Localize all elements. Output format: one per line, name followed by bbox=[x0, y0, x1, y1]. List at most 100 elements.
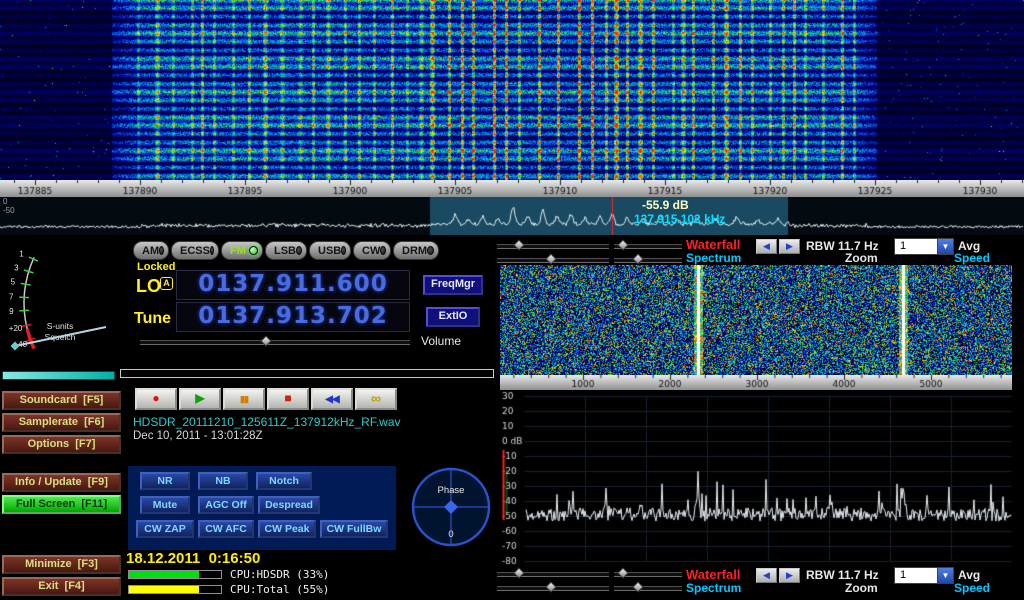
volume-slider-thumb[interactable] bbox=[260, 335, 271, 346]
sidebar-button-soundcard[interactable]: Soundcard [F5] bbox=[2, 391, 121, 410]
mode-label: DRM bbox=[402, 245, 427, 257]
slider-thumb[interactable] bbox=[632, 253, 643, 264]
sidebar-button-fullscreen[interactable]: Full Screen [F11] bbox=[2, 495, 121, 514]
phase-label: Phase bbox=[438, 485, 465, 496]
sidebar-button-minimize[interactable]: Minimize [F3] bbox=[2, 555, 121, 574]
sidebar-button-options[interactable]: Options [F7] bbox=[2, 435, 121, 454]
spectrum-label-top[interactable]: Spectrum bbox=[686, 251, 741, 265]
freqmgr-button[interactable]: FreqMgr bbox=[423, 275, 483, 295]
mode-button-am[interactable]: AM bbox=[133, 241, 169, 260]
overview-spectrum[interactable] bbox=[0, 197, 1024, 235]
dsp-button-agc[interactable]: AGC Off bbox=[198, 496, 254, 514]
slider-thumb[interactable] bbox=[617, 567, 628, 578]
chevron-down-icon[interactable]: ▼ bbox=[937, 239, 953, 254]
mode-led-icon bbox=[296, 246, 302, 255]
lock-a-badge[interactable]: A bbox=[160, 277, 173, 290]
stop-button[interactable]: ■ bbox=[267, 388, 309, 410]
slider-thumb[interactable] bbox=[632, 581, 643, 592]
slider-thumb[interactable] bbox=[513, 567, 524, 578]
spectrum-gain-slider-top[interactable] bbox=[497, 254, 609, 265]
mode-led-icon bbox=[427, 246, 434, 255]
shift-left-button-top[interactable]: ◀ bbox=[756, 239, 777, 254]
mode-button-ecss[interactable]: ECSS bbox=[171, 241, 219, 260]
cpu-total-bar-fill bbox=[129, 586, 199, 593]
waterfall-contrast-slider-bottom[interactable] bbox=[497, 568, 609, 579]
speed-dropdown-top[interactable]: 1 ▼ bbox=[894, 238, 954, 255]
main-waterfall-display[interactable] bbox=[0, 0, 1024, 180]
slider-thumb[interactable] bbox=[513, 239, 524, 250]
tune-frequency-display[interactable]: 0137.913.702 bbox=[176, 302, 410, 332]
chevron-down-icon[interactable]: ▼ bbox=[937, 568, 953, 583]
rewind-icon: ◀◀ bbox=[325, 394, 338, 405]
mode-led-icon bbox=[249, 246, 258, 255]
play-button[interactable]: ▶ bbox=[179, 388, 221, 410]
mode-button-cw[interactable]: CW bbox=[353, 241, 391, 260]
slider-thumb[interactable] bbox=[545, 581, 556, 592]
tune-label: Tune bbox=[134, 310, 171, 328]
loop-button[interactable]: ∞ bbox=[355, 388, 397, 410]
volume-label: Volume bbox=[421, 334, 461, 348]
mode-button-drm[interactable]: DRM bbox=[393, 241, 439, 260]
frequency-scale[interactable] bbox=[0, 180, 1024, 197]
record-button[interactable]: ● bbox=[135, 388, 177, 410]
spectrum-label-bottom[interactable]: Spectrum bbox=[686, 581, 741, 595]
dsp-button-cw-fullbw[interactable]: CW FullBw bbox=[320, 520, 388, 538]
shift-right-button-bottom[interactable]: ▶ bbox=[779, 568, 800, 583]
waterfall-offset-slider-top[interactable] bbox=[614, 240, 682, 251]
shift-right-button-top[interactable]: ▶ bbox=[779, 239, 800, 254]
smeter-tick-1: 1 bbox=[19, 250, 24, 259]
s-units-label: S-units bbox=[47, 321, 73, 331]
waterfall-label-bottom[interactable]: Waterfall bbox=[686, 567, 740, 582]
playback-progress-track[interactable] bbox=[120, 369, 494, 378]
spectrum-range-slider-top[interactable] bbox=[614, 254, 682, 265]
mode-button-usb[interactable]: USB bbox=[309, 241, 351, 260]
dsp-button-cw-peak[interactable]: CW Peak bbox=[258, 520, 316, 538]
sidebar-button-exit[interactable]: Exit [F4] bbox=[2, 577, 121, 596]
waterfall-offset-slider-bottom[interactable] bbox=[614, 568, 682, 579]
lo-frequency-display[interactable]: 0137.911.600 bbox=[176, 270, 410, 300]
stop-icon: ■ bbox=[284, 391, 291, 405]
dsp-button-nr[interactable]: NR bbox=[140, 472, 190, 490]
mode-button-fm[interactable]: FM bbox=[221, 241, 263, 260]
pause-icon: ▮▮ bbox=[240, 394, 248, 404]
waterfall-contrast-slider-top[interactable] bbox=[497, 240, 609, 251]
audio-frequency-scale[interactable] bbox=[500, 375, 1012, 390]
phase-value: 0 bbox=[448, 529, 453, 540]
recording-date: Dec 10, 2011 - 13:01:28Z bbox=[133, 430, 263, 442]
mode-button-lsb[interactable]: LSB bbox=[265, 241, 307, 260]
speed-dropdown-bottom[interactable]: 1 ▼ bbox=[894, 567, 954, 584]
dsp-button-mute[interactable]: Mute bbox=[140, 496, 190, 514]
cpu-hdsdr-bar bbox=[128, 570, 222, 579]
dsp-button-cw-afc[interactable]: CW AFC bbox=[198, 520, 254, 538]
cpu-hdsdr-bar-fill bbox=[129, 571, 199, 578]
mode-label: LSB bbox=[274, 245, 296, 257]
sidebar-button-info-update[interactable]: Info / Update [F9] bbox=[2, 473, 121, 492]
volume-slider[interactable] bbox=[140, 336, 410, 347]
locked-label: Locked bbox=[137, 261, 176, 273]
shift-left-button-bottom[interactable]: ◀ bbox=[756, 568, 777, 583]
waterfall-label-top[interactable]: Waterfall bbox=[686, 237, 740, 252]
speed-label-bottom: Speed bbox=[954, 581, 990, 595]
rewind-button[interactable]: ◀◀ bbox=[311, 388, 353, 410]
slider-thumb[interactable] bbox=[617, 239, 628, 250]
arrow-right-icon: ▶ bbox=[786, 241, 793, 251]
extio-button[interactable]: ExtIO bbox=[426, 307, 480, 327]
sidebar-button-samplerate[interactable]: Samplerate [F6] bbox=[2, 413, 121, 432]
squelch-level-bar[interactable] bbox=[2, 371, 115, 380]
dsp-button-despread[interactable]: Despread bbox=[258, 496, 320, 514]
spectrum-range-slider-bottom[interactable] bbox=[614, 582, 682, 593]
slider-thumb[interactable] bbox=[545, 253, 556, 264]
dsp-button-nb[interactable]: NB bbox=[198, 472, 248, 490]
phase-indicator[interactable]: Phase 0 bbox=[408, 460, 494, 552]
arrow-left-icon: ◀ bbox=[763, 241, 770, 251]
mode-led-icon bbox=[341, 246, 346, 255]
play-icon: ▶ bbox=[195, 391, 204, 405]
cpu-total-text: CPU:Total (55%) bbox=[230, 583, 329, 596]
audio-spectrum-display[interactable] bbox=[500, 390, 1012, 565]
dsp-button-notch[interactable]: Notch bbox=[256, 472, 312, 490]
spectrum-gain-slider-bottom[interactable] bbox=[497, 582, 609, 593]
rbw-label-bottom: RBW 11.7 Hz bbox=[806, 568, 879, 582]
pause-button[interactable]: ▮▮ bbox=[223, 388, 265, 410]
dsp-button-cw-zap[interactable]: CW ZAP bbox=[136, 520, 194, 538]
audio-waterfall-display[interactable] bbox=[500, 265, 1012, 375]
